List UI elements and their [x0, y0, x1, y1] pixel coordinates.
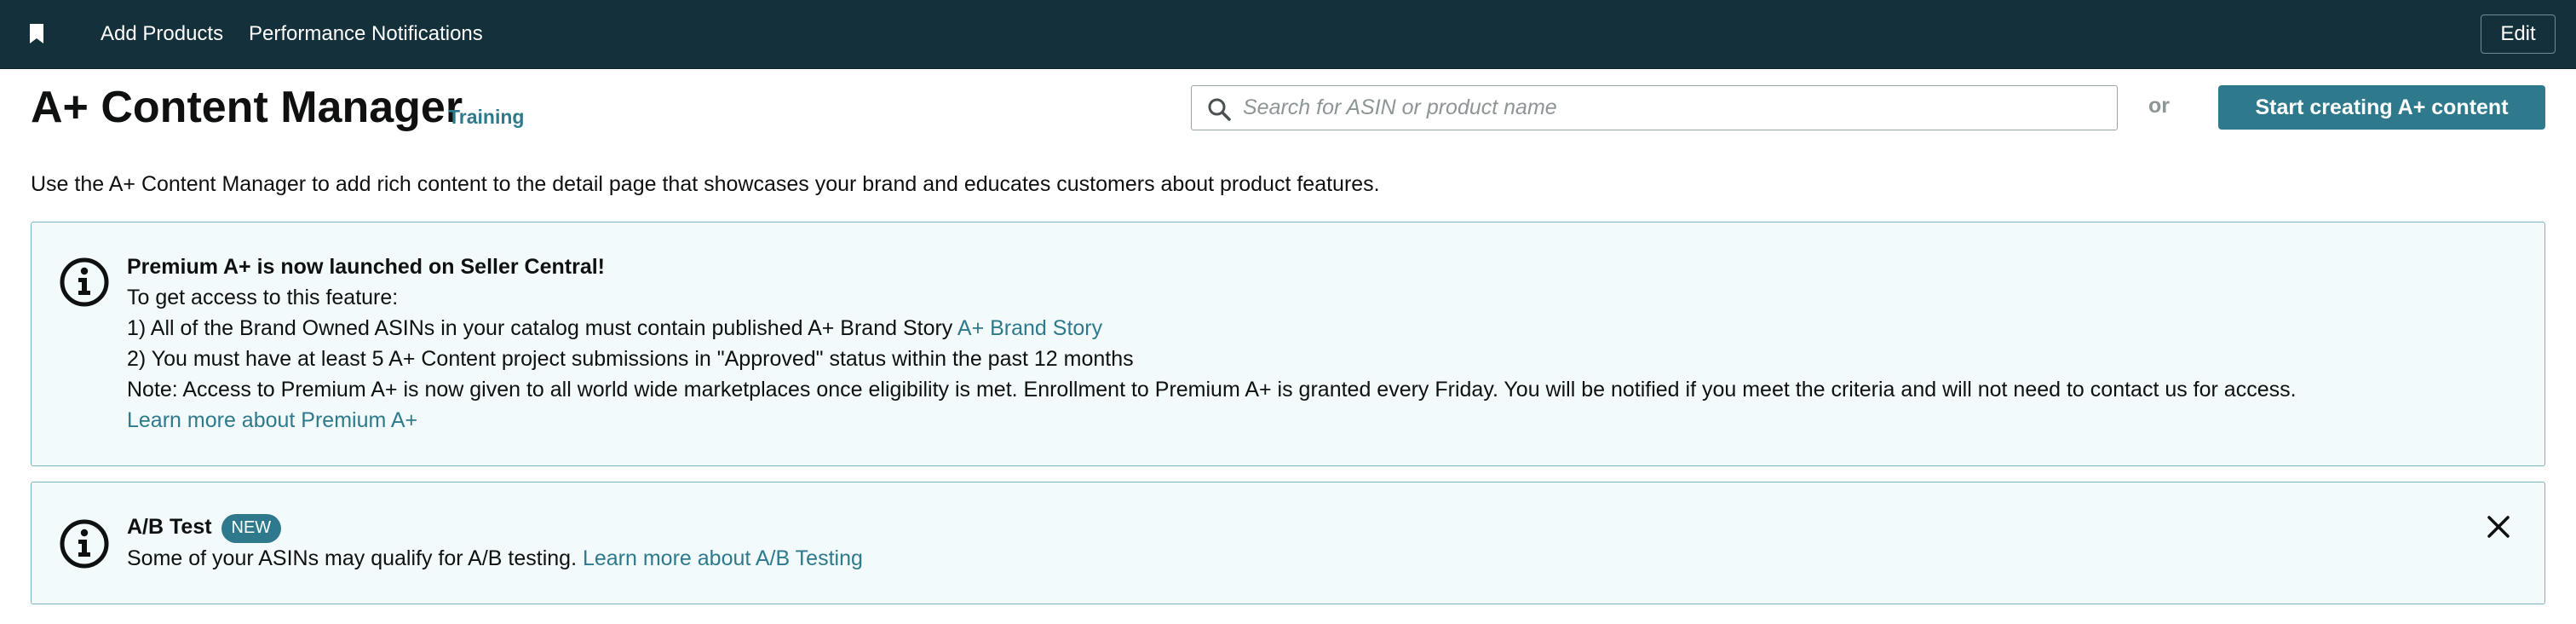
page-description: Use the A+ Content Manager to add rich c…: [31, 172, 1380, 196]
nav-link-performance-notifications[interactable]: Performance Notifications: [249, 22, 483, 46]
ab-alert-content: A/B Test NEW Some of your ASINs may qual…: [127, 511, 863, 574]
bookmark-icon[interactable]: [26, 20, 48, 46]
ab-alert-heading-row: A/B Test NEW: [127, 511, 863, 543]
search-box[interactable]: [1191, 85, 2118, 130]
new-badge: NEW: [221, 514, 282, 543]
or-separator: or: [2148, 94, 2170, 118]
premium-alert-line-3: 2) You must have at least 5 A+ Content p…: [127, 347, 1134, 371]
premium-alert-line-2: 1) All of the Brand Owned ASINs in your …: [127, 313, 2297, 344]
premium-alert-content: Premium A+ is now launched on Seller Cen…: [127, 251, 2297, 436]
premium-a-plus-alert: Premium A+ is now launched on Seller Cen…: [31, 222, 2545, 466]
premium-alert-note: Note: Access to Premium A+ is now given …: [127, 378, 2297, 402]
premium-alert-line-2-text: 1) All of the Brand Owned ASINs in your …: [127, 316, 953, 340]
search-icon: [1208, 98, 1231, 121]
close-icon[interactable]: [2487, 515, 2510, 539]
premium-alert-heading: Premium A+ is now launched on Seller Cen…: [127, 255, 606, 279]
learn-more-premium-link[interactable]: Learn more about Premium A+: [127, 405, 2297, 436]
page-title: A+ Content Manager: [31, 83, 463, 132]
search-input[interactable]: [1243, 86, 2103, 130]
info-icon: [60, 257, 109, 307]
ab-alert-text: Some of your ASINs may qualify for A/B t…: [127, 546, 578, 570]
learn-more-ab-link[interactable]: Learn more about A/B Testing: [583, 546, 863, 570]
brand-story-link[interactable]: A+ Brand Story: [957, 316, 1102, 340]
ab-alert-heading: A/B Test: [127, 515, 212, 539]
premium-alert-line-1: To get access to this feature:: [127, 286, 399, 309]
edit-button[interactable]: Edit: [2481, 14, 2556, 54]
start-creating-button[interactable]: Start creating A+ content: [2218, 85, 2545, 130]
training-link[interactable]: Training: [448, 106, 524, 129]
nav-link-add-products[interactable]: Add Products: [101, 22, 223, 46]
info-icon: [60, 519, 109, 569]
ab-alert-line: Some of your ASINs may qualify for A/B t…: [127, 543, 863, 574]
top-nav-bar: Add Products Performance Notifications E…: [0, 0, 2576, 69]
ab-test-alert: A/B Test NEW Some of your ASINs may qual…: [31, 482, 2545, 604]
